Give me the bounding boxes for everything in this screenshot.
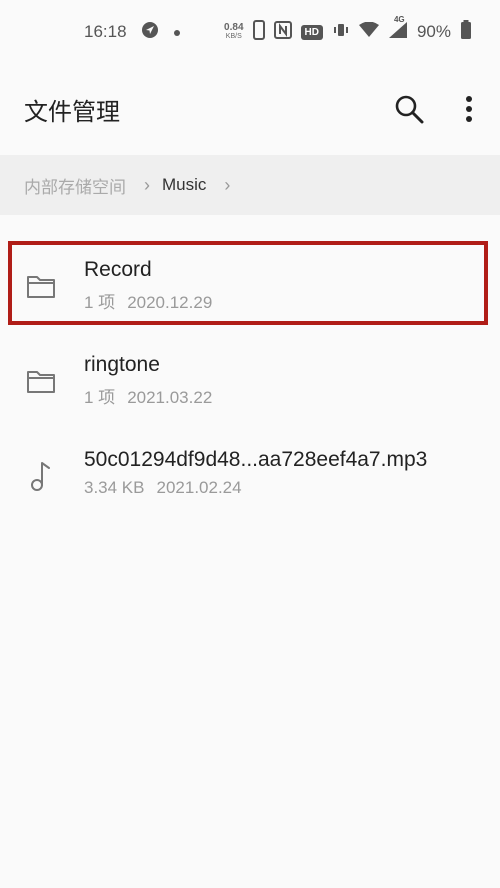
more-options-button[interactable] xyxy=(462,92,476,126)
search-icon xyxy=(395,95,424,124)
breadcrumb: 内部存储空间 › Music › xyxy=(0,155,500,215)
file-meta: 3.34 KB 2021.02.24 xyxy=(84,478,427,498)
list-item-ringtone[interactable]: ringtone 1 项 2021.03.22 xyxy=(0,335,500,430)
file-date: 2021.02.24 xyxy=(156,478,242,497)
location-arrow-icon xyxy=(141,21,159,44)
app-actions xyxy=(392,92,476,126)
list-item-mp3[interactable]: 50c01294df9d48...aa728eef4a7.mp3 3.34 KB… xyxy=(0,430,500,525)
file-text: 50c01294df9d48...aa728eef4a7.mp3 3.34 KB… xyxy=(84,448,427,498)
folder-icon xyxy=(25,363,57,399)
wifi-icon xyxy=(358,21,379,43)
list-item-record[interactable]: Record 1 项 2020.12.29 xyxy=(0,240,500,335)
net-speed-unit: KB/S xyxy=(225,33,242,40)
file-name: ringtone xyxy=(84,353,160,376)
search-button[interactable] xyxy=(392,92,426,126)
chevron-right-icon: › xyxy=(224,174,231,195)
file-date: 2020.12.29 xyxy=(127,293,213,312)
file-list: Record 1 项 2020.12.29 ringtone 1 项 2021.03… xyxy=(0,240,500,525)
file-detail: 1 项 xyxy=(84,293,116,312)
notification-dot-icon xyxy=(173,22,181,42)
vibrate-icon xyxy=(332,21,350,44)
folder-icon xyxy=(25,268,57,304)
status-left-icons xyxy=(141,21,181,44)
page-title: 文件管理 xyxy=(24,98,120,126)
file-name: Record xyxy=(84,258,152,281)
file-name: 50c01294df9d48...aa728eef4a7.mp3 xyxy=(84,448,428,471)
nfc-icon xyxy=(273,20,292,44)
battery-percent: 90% xyxy=(416,22,451,41)
status-bar: 16:18 0.84 KB/S HD 4G 90% xyxy=(0,0,500,64)
status-right-icons: 0.84 KB/S HD 4G 90% xyxy=(224,15,472,45)
music-note-icon xyxy=(25,458,57,494)
file-meta: 1 项 2020.12.29 xyxy=(84,288,212,313)
file-text: ringtone 1 项 2021.03.22 xyxy=(84,353,212,408)
status-time: 16:18 xyxy=(84,22,127,41)
file-text: Record 1 项 2020.12.29 xyxy=(84,258,212,313)
net-speed: 0.84 KB/S xyxy=(224,23,243,41)
chevron-right-icon: › xyxy=(144,174,150,195)
net-speed-value: 0.84 xyxy=(224,22,244,33)
network-type: 4G xyxy=(393,14,405,24)
app-bar: 文件管理 xyxy=(0,64,500,154)
file-meta: 1 项 2021.03.22 xyxy=(84,383,212,408)
screen: 16:18 0.84 KB/S HD 4G 90% 文件管理 内部存储空间 › … xyxy=(0,0,500,888)
breadcrumb-root[interactable]: 内部存储空间 xyxy=(24,173,126,198)
file-detail: 1 项 xyxy=(84,388,116,407)
phone-icon xyxy=(252,19,265,45)
hd-badge: HD xyxy=(300,24,323,40)
highlight-box xyxy=(8,241,488,325)
file-detail: 3.34 KB xyxy=(84,478,145,497)
file-date: 2021.03.22 xyxy=(127,388,213,407)
more-vert-icon xyxy=(466,96,472,122)
battery-icon xyxy=(460,19,472,45)
cell-signal-icon: 4G xyxy=(388,15,408,44)
breadcrumb-current[interactable]: Music xyxy=(162,175,206,195)
